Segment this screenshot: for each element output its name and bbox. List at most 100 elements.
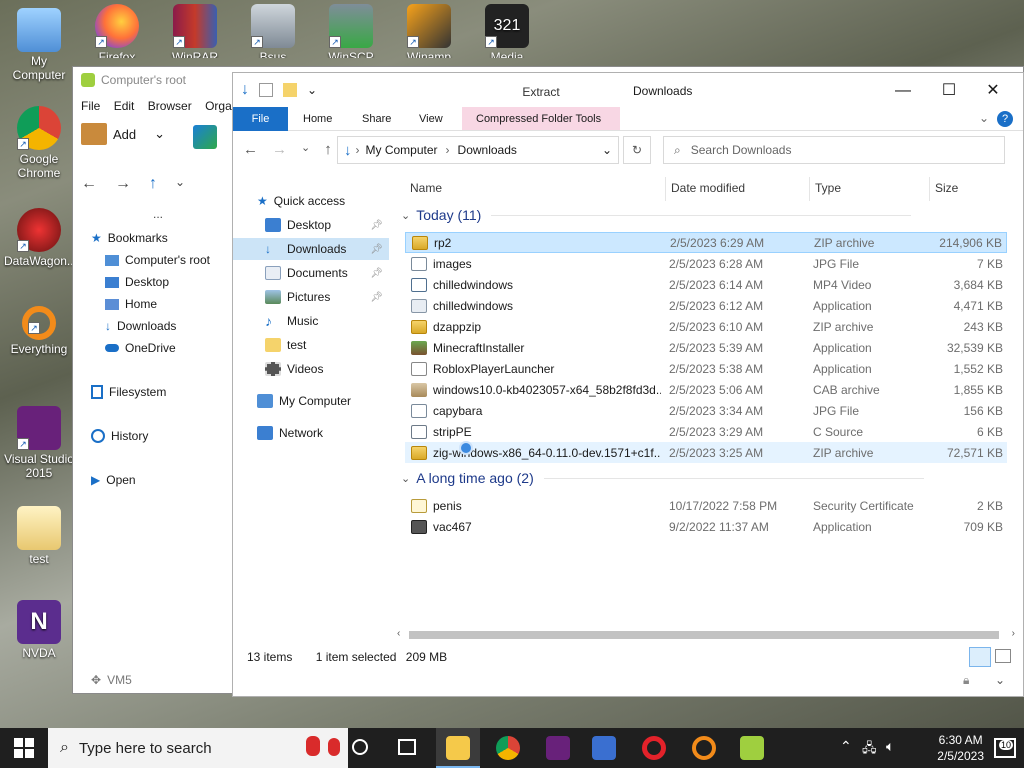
sidebar-open[interactable]: ▶ Open (91, 473, 136, 487)
details-view-icon[interactable] (969, 647, 991, 667)
address-bar[interactable]: ↓ › My Computer › Downloads ⌄ (337, 136, 619, 164)
file-row[interactable]: dzappzip 2/5/2023 6:10 AM ZIP archive 243 K… (405, 316, 1007, 337)
new-folder-icon[interactable] (283, 83, 297, 97)
notification-icon[interactable]: 10 (994, 738, 1016, 758)
cortana-icon[interactable] (352, 739, 368, 755)
desktop-icon-my-computer[interactable]: My Computer (4, 8, 74, 82)
nav-item-music[interactable]: ♪ Music (233, 310, 389, 332)
tray-chevron-up-icon[interactable]: ⌃ (840, 738, 852, 755)
recent-chevron-icon[interactable]: ⌄ (301, 141, 310, 158)
network-tray-icon[interactable]: 🖧︎ (862, 739, 877, 761)
scroll-left-icon[interactable]: ‹ (397, 628, 400, 639)
column-header-name[interactable]: Name (410, 181, 442, 195)
sidebar-item-desktop[interactable]: Desktop (105, 275, 169, 289)
nav-quick-access[interactable]: ★ Quick access (257, 190, 389, 212)
more-ellipsis[interactable]: ... (153, 207, 163, 221)
desktop-icon-visual-studio[interactable]: ↗ Visual Studio 2015 (4, 406, 74, 480)
menu-browser[interactable]: Browser (148, 99, 192, 113)
forward-arrow-icon[interactable]: → (272, 141, 287, 158)
chrome-icon[interactable] (496, 736, 520, 760)
nav-item-test[interactable]: test (233, 334, 389, 356)
desktop-icon-test[interactable]: test (4, 506, 74, 566)
column-divider[interactable] (665, 177, 666, 201)
tab-file[interactable]: File (233, 107, 288, 131)
file-row[interactable]: images 2/5/2023 6:28 AM JPG File 7 KB (405, 253, 1007, 274)
sidebar-item-home[interactable]: Home (105, 297, 157, 311)
desktop-icon-chrome[interactable]: ↗ Google Chrome (4, 106, 74, 180)
chevron-down-icon[interactable]: ⌄ (602, 143, 612, 157)
tab-compressed-folder-tools[interactable]: Compressed Folder Tools (464, 107, 613, 131)
nav-item-pictures[interactable]: Pictures 📌︎ (233, 286, 389, 308)
column-divider[interactable] (809, 177, 810, 201)
nav-item-downloads[interactable]: ↓ Downloads 📌︎ (233, 238, 389, 260)
forward-arrow-icon[interactable]: → (115, 175, 131, 193)
sidebar-filesystem[interactable]: Filesystem (91, 385, 166, 399)
task-view-icon[interactable] (398, 739, 416, 755)
opera-icon[interactable] (642, 736, 666, 760)
taskbar-clock[interactable]: 6:30 AM 2/5/2023 (937, 732, 984, 764)
file-row[interactable]: capybara 2/5/2023 3:34 AM JPG File 156 KB (405, 400, 1007, 421)
add-button[interactable]: Add ⌄ (81, 123, 165, 145)
minimize-button[interactable]: — (883, 79, 923, 103)
start-button[interactable] (14, 738, 34, 758)
search-input[interactable]: ⌕ Search Downloads (663, 136, 1005, 164)
desktop-icon-winscp[interactable]: ↗ WinSCP (316, 4, 386, 58)
horizontal-scrollbar[interactable]: ‹ › (393, 628, 1017, 642)
file-row[interactable]: zig-windows-x86_64-0.11.0-dev.1571+c1f..… (405, 442, 1007, 463)
scroll-thumb[interactable] (409, 631, 999, 639)
up-arrow-icon[interactable]: ↑ (324, 141, 332, 158)
tab-share[interactable]: Share (350, 107, 403, 131)
desktop-icon-media-player[interactable]: 321↗ Media Player (472, 4, 542, 58)
breadcrumb-my-computer[interactable]: My Computer (366, 143, 438, 157)
tab-view[interactable]: View (407, 107, 455, 131)
column-header-size[interactable]: Size (935, 181, 958, 195)
maximize-button[interactable]: ☐ (929, 79, 969, 103)
nav-item-desktop[interactable]: Desktop 📌︎ (233, 214, 389, 236)
back-arrow-icon[interactable]: ← (81, 175, 97, 193)
group-header-today[interactable]: ⌄ Today (11) (401, 207, 912, 223)
explorer-window[interactable]: ↓ ⌄ Extract Downloads — ☐ ✕ File Home Sh… (232, 72, 1024, 697)
back-arrow-icon[interactable]: ← (243, 141, 258, 158)
sync-icon[interactable] (193, 125, 217, 149)
group-header-long-ago[interactable]: ⌄ A long time ago (2) (401, 470, 924, 486)
everything-icon[interactable] (692, 736, 716, 760)
sidebar-item-downloads[interactable]: ↓ Downloads (105, 319, 176, 333)
column-header-date[interactable]: Date modified (671, 181, 745, 195)
tab-home[interactable]: Home (291, 107, 344, 131)
scroll-right-icon[interactable]: › (1012, 628, 1015, 639)
file-row[interactable]: RobloxPlayerLauncher 2/5/2023 5:38 AM Appl… (405, 358, 1007, 379)
desktop-icon-winamp[interactable]: ↗ Winamp (394, 4, 464, 58)
desktop-icon-nvda[interactable]: N NVDA (4, 600, 74, 660)
nav-network[interactable]: Network (233, 422, 389, 444)
properties-icon[interactable] (259, 83, 273, 97)
file-row[interactable]: vac467 9/2/2022 11:37 AM Application 709 KB (405, 516, 1007, 537)
column-divider[interactable] (929, 177, 930, 201)
nav-item-videos[interactable]: Videos (233, 358, 389, 380)
sidebar-item-computers-root[interactable]: Computer's root (105, 253, 210, 267)
large-icons-view-icon[interactable] (995, 649, 1011, 663)
chevron-down-icon[interactable]: ⌄ (307, 83, 317, 97)
app-icon[interactable] (592, 736, 616, 760)
file-row[interactable]: chilledwindows 2/5/2023 6:12 AM Applicatio… (405, 295, 1007, 316)
help-icon[interactable]: ? (997, 111, 1013, 127)
desktop-icon-everything[interactable]: ↗ Everything (4, 306, 74, 356)
sidebar-item-onedrive[interactable]: OneDrive (105, 341, 176, 355)
desktop-icon-winrar[interactable]: ↗ WinRAR (160, 4, 230, 58)
file-row[interactable]: stripPE 2/5/2023 3:29 AM C Source 6 KB (405, 421, 1007, 442)
file-row[interactable]: chilledwindows 2/5/2023 6:14 AM MP4 Video 3… (405, 274, 1007, 295)
file-row[interactable]: rp2 2/5/2023 6:29 AM ZIP archive 214,906 KB (405, 232, 1007, 253)
chevron-down-icon[interactable]: ⌄ (175, 175, 185, 193)
volume-icon[interactable]: 🔈︎ (886, 738, 894, 755)
file-row[interactable]: windows10.0-kb4023057-x64_58b2f8fd3d... 2… (405, 379, 1007, 400)
sidebar-bookmarks[interactable]: ★ Bookmarks (91, 231, 168, 245)
ribbon-expand-icon[interactable]: ⌄ (979, 111, 989, 125)
file-row[interactable]: penis 10/17/2022 7:58 PM Security Certific… (405, 495, 1007, 516)
sidebar-history[interactable]: History (91, 429, 148, 443)
visual-studio-icon[interactable] (546, 736, 570, 760)
file-row[interactable]: MinecraftInstaller 2/5/2023 5:39 AM Applic… (405, 337, 1007, 358)
breadcrumb-downloads[interactable]: Downloads (458, 143, 517, 157)
desktop-icon-bsus[interactable]: ↗ Bsus (238, 4, 308, 58)
close-button[interactable]: ✕ (973, 79, 1013, 103)
desktop-icon-datawagon[interactable]: ↗ DataWagon... (4, 208, 77, 268)
chevron-down-icon[interactable]: ⌄ (995, 673, 1005, 687)
